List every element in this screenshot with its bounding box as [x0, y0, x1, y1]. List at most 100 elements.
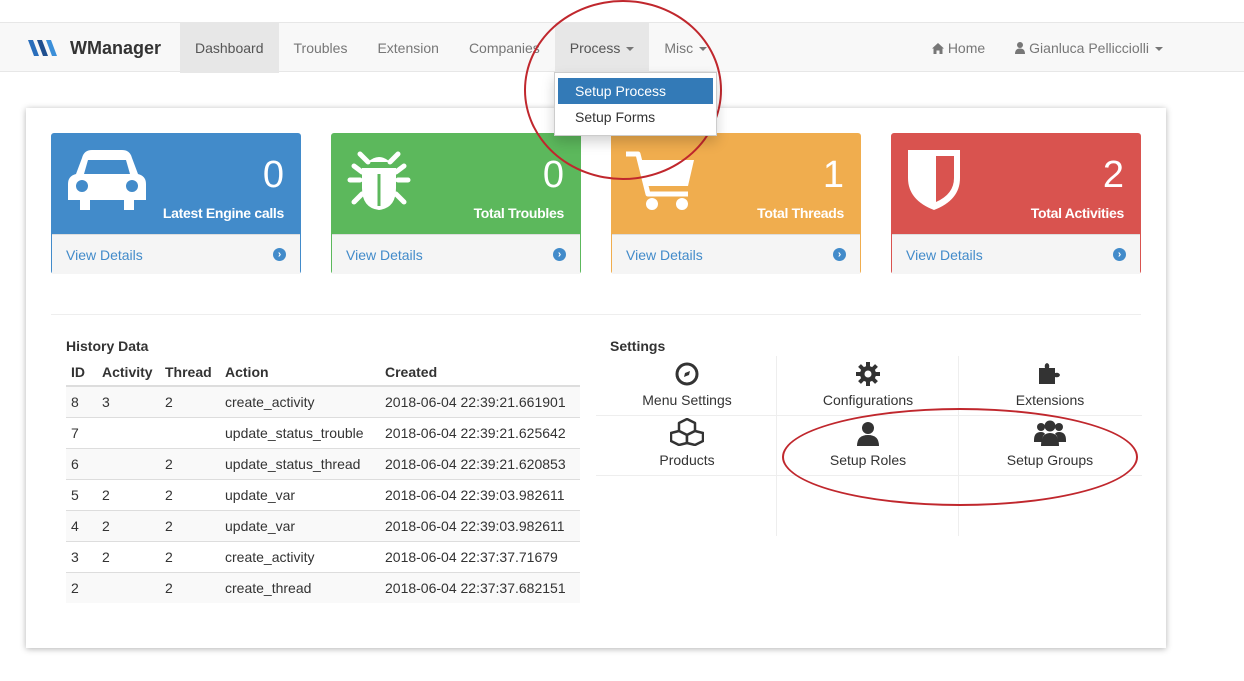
- history-table: ID Activity Thread Action Created 8 3 2 cre…: [66, 358, 580, 603]
- table-cell: create_activity: [220, 540, 380, 572]
- table-row: 8 3 2 create_activity 2018-06-04 22:39:21.66…: [66, 385, 580, 417]
- table-cell: 3: [97, 385, 160, 417]
- table-cell: [160, 416, 220, 448]
- table-row: 7 update_status_trouble 2018-06-04 22:39:2…: [66, 416, 580, 448]
- table-cell: create_thread: [220, 571, 380, 603]
- top-navbar: WManager Dashboard Troubles Extension Co…: [0, 22, 1244, 73]
- table-cell: 2018-06-04 22:37:37.682151: [380, 571, 580, 603]
- table-header-row: ID Activity Thread Action Created: [66, 358, 580, 387]
- nav-home[interactable]: Home: [917, 23, 1000, 73]
- threads-label: Total Threads: [757, 205, 844, 221]
- threads-card: 1 Total Threads View Details ›: [611, 133, 861, 274]
- table-cell: 2: [160, 540, 220, 572]
- activities-label: Total Activities: [1030, 205, 1125, 221]
- chevron-down-icon: [626, 47, 635, 52]
- table-cell: 2018-06-04 22:39:21.620853: [380, 447, 580, 479]
- table-cell: 2018-06-04 22:39:21.661901: [380, 385, 580, 417]
- nav-misc[interactable]: Misc: [649, 23, 722, 73]
- nav-process[interactable]: Process: [554, 23, 650, 73]
- col-thread: Thread: [160, 358, 220, 387]
- col-activity: Activity: [97, 358, 160, 387]
- table-cell: 7: [66, 416, 97, 448]
- table-cell: 5: [66, 478, 97, 510]
- user-icon: [857, 422, 879, 446]
- troubles-value: 0: [542, 154, 564, 196]
- brand-logo[interactable]: WManager: [28, 23, 161, 73]
- troubles-details-link[interactable]: View Details ›: [332, 234, 580, 274]
- engine-calls-value: 0: [262, 154, 284, 196]
- troubles-card: 0 Total Troubles View Details ›: [331, 133, 581, 274]
- table-row: 4 2 2 update_var 2018-06-04 22:39:03.982611: [66, 509, 580, 541]
- table-cell: 6: [66, 447, 97, 479]
- settings-title: Settings: [610, 338, 666, 354]
- nav-companies[interactable]: Companies: [454, 23, 555, 73]
- table-cell: 2: [160, 447, 220, 479]
- table-row: 5 2 2 update_var 2018-06-04 22:39:03.982611: [66, 478, 580, 510]
- nav-dashboard[interactable]: Dashboard: [180, 23, 279, 73]
- table-row: 3 2 2 create_activity 2018-06-04 22:37:37.71…: [66, 540, 580, 572]
- table-cell: 2: [160, 385, 220, 417]
- col-created: Created: [380, 358, 580, 387]
- threads-details-link[interactable]: View Details ›: [612, 234, 860, 274]
- menu-item-setup-process[interactable]: Setup Process: [558, 78, 713, 104]
- process-dropdown-menu: Setup Process Setup Forms: [554, 72, 717, 136]
- table-cell: 2: [66, 571, 97, 603]
- wmanager-logo-icon: [28, 40, 57, 56]
- settings-grid: Menu Settings Configurations Extensions …: [596, 356, 1142, 536]
- threads-value: 1: [822, 154, 844, 196]
- table-cell: update_status_thread: [220, 447, 380, 479]
- bug-icon: [347, 151, 411, 210]
- table-cell: 2: [97, 540, 160, 572]
- chevron-down-icon: [1155, 47, 1163, 52]
- col-id: ID: [66, 358, 97, 387]
- table-cell: 2018-06-04 22:39:03.982611: [380, 509, 580, 541]
- arrow-circle-right-icon: ›: [273, 248, 286, 261]
- activities-details-link[interactable]: View Details ›: [892, 234, 1140, 274]
- gear-icon: [856, 362, 880, 386]
- puzzle-icon: [1039, 363, 1060, 384]
- car-icon: [68, 150, 146, 210]
- arrow-circle-right-icon: ›: [553, 248, 566, 261]
- table-cell: 8: [66, 385, 97, 417]
- table-row: 2 2 create_thread 2018-06-04 22:37:37.68215…: [66, 571, 580, 603]
- chevron-down-icon: [699, 47, 708, 52]
- products-link[interactable]: Products: [596, 416, 778, 476]
- extensions-link[interactable]: Extensions: [959, 356, 1141, 416]
- table-cell: 2: [160, 478, 220, 510]
- table-cell: 2018-06-04 22:37:37.71679: [380, 540, 580, 572]
- right-nav: Home Gianluca Pellicciolli: [917, 23, 1178, 73]
- nav-extension[interactable]: Extension: [362, 23, 453, 73]
- home-icon: [931, 43, 944, 54]
- brand-name: WManager: [70, 37, 162, 58]
- nav-user-menu[interactable]: Gianluca Pellicciolli: [1000, 23, 1178, 73]
- table-cell: update_var: [220, 478, 380, 510]
- user-icon: [1015, 42, 1026, 54]
- menu-settings-link[interactable]: Menu Settings: [596, 356, 778, 416]
- setup-roles-link[interactable]: Setup Roles: [777, 416, 959, 476]
- table-cell: update_var: [220, 509, 380, 541]
- troubles-label: Total Troubles: [473, 205, 565, 221]
- table-cell: 4: [66, 509, 97, 541]
- dashboard-panel: 0 Latest Engine calls View Details › 0 T…: [26, 108, 1166, 648]
- table-cell: [97, 416, 160, 448]
- table-cell: 2: [160, 509, 220, 541]
- setup-groups-link[interactable]: Setup Groups: [959, 416, 1141, 476]
- table-cell: create_activity: [220, 385, 380, 417]
- table-cell: update_status_trouble: [220, 416, 380, 448]
- cart-icon: [626, 151, 694, 210]
- history-title: History Data: [66, 338, 149, 354]
- menu-item-setup-forms[interactable]: Setup Forms: [555, 104, 716, 130]
- table-cell: 2: [97, 478, 160, 510]
- engine-calls-details-link[interactable]: View Details ›: [52, 234, 300, 274]
- nav-troubles[interactable]: Troubles: [279, 23, 363, 73]
- table-cell: 2: [160, 571, 220, 603]
- cubes-icon: [670, 418, 704, 446]
- engine-calls-card: 0 Latest Engine calls View Details ›: [51, 133, 301, 274]
- activities-card: 2 Total Activities View Details ›: [891, 133, 1141, 274]
- divider: [51, 314, 1141, 315]
- configurations-link[interactable]: Configurations: [777, 356, 959, 416]
- table-row: 6 2 update_status_thread 2018-06-04 22:39:2…: [66, 447, 580, 479]
- compass-icon: [675, 362, 699, 386]
- table-cell: 2: [97, 509, 160, 541]
- shield-icon: [908, 150, 960, 210]
